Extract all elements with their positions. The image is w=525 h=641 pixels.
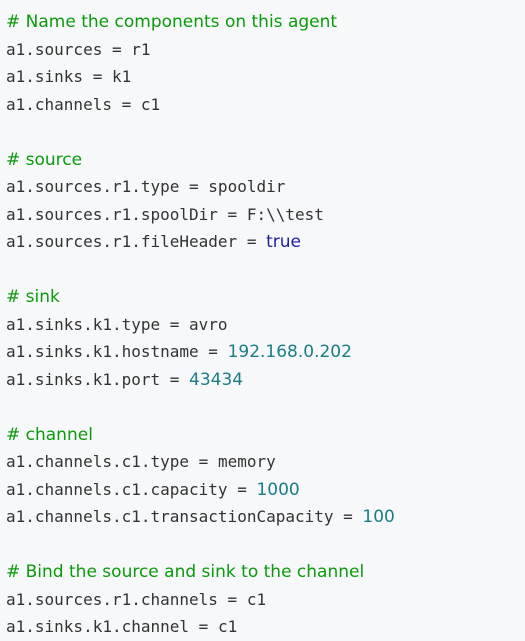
config-key: a1.channels.c1.type — [6, 452, 190, 471]
code-line: a1.sinks = k1 — [6, 63, 525, 91]
assignment-operator: = — [333, 507, 363, 526]
code-comment-line: # Bind the source and sink to the channe… — [6, 558, 525, 586]
config-value: r1 — [131, 39, 151, 59]
assignment-operator: = — [160, 369, 190, 389]
assignment-operator: = — [198, 342, 228, 361]
code-line: a1.sources.r1.spoolDir = F:\\test — [6, 201, 525, 229]
code-line: a1.sinks.k1.type = avro — [6, 311, 525, 339]
assignment-operator: = — [217, 204, 247, 224]
code-line: a1.channels.c1.capacity = 1000 — [6, 476, 525, 504]
code-comment: # source — [6, 149, 83, 170]
code-line: a1.sinks.k1.channel = c1 — [6, 613, 525, 641]
assignment-operator: = — [179, 177, 209, 196]
config-value: 100 — [362, 507, 395, 527]
config-value: 1000 — [256, 479, 300, 500]
config-value: c1 — [246, 589, 267, 609]
code-line: a1.sinks.k1.hostname = 192.168.0.202 — [6, 338, 525, 366]
config-key: a1.sources.r1.channels — [6, 589, 218, 609]
config-key: a1.channels.c1.capacity — [6, 479, 228, 499]
config-value: 43434 — [189, 369, 244, 390]
assignment-operator: = — [189, 617, 218, 636]
code-line: a1.channels.c1.type = memory — [6, 448, 525, 476]
assignment-operator: = — [217, 589, 247, 609]
code-line: a1.sinks.k1.port = 43434 — [6, 366, 525, 394]
config-value: avro — [189, 314, 228, 334]
config-key: a1.sinks.k1.hostname — [6, 342, 199, 361]
config-value: memory — [217, 452, 276, 471]
config-value: c1 — [217, 617, 238, 636]
code-comment-line: # channel — [6, 421, 525, 449]
config-value: 192.168.0.202 — [227, 342, 352, 362]
code-line: a1.sources.r1.channels = c1 — [6, 586, 525, 614]
code-comment-line: # source — [6, 146, 525, 174]
code-line: a1.sources.r1.fileHeader = true — [6, 228, 525, 256]
config-value: c1 — [140, 94, 161, 114]
code-line: a1.sources = r1 — [6, 36, 525, 64]
config-key: a1.sinks.k1.channel — [6, 617, 190, 636]
assignment-operator: = — [189, 452, 218, 471]
assignment-operator: = — [102, 39, 132, 59]
config-value: k1 — [111, 67, 132, 86]
config-key: a1.sources.r1.spoolDir — [6, 204, 218, 224]
code-line: a1.channels = c1 — [6, 91, 525, 119]
config-key: a1.sources.r1.type — [6, 177, 180, 196]
code-comment: # Name the components on this agent — [6, 12, 338, 32]
config-key: a1.channels — [6, 94, 112, 114]
assignment-operator: = — [111, 94, 141, 114]
assignment-operator: = — [237, 232, 267, 251]
config-key: a1.sources.r1.fileHeader — [6, 232, 238, 251]
config-value: spooldir — [208, 177, 286, 196]
assignment-operator: = — [83, 67, 112, 86]
code-block: # Name the components on this agent a1.so… — [0, 0, 525, 641]
assignment-operator: = — [160, 314, 190, 334]
config-key: a1.channels.c1.transactionCapacity — [6, 507, 334, 526]
code-line: a1.channels.c1.transactionCapacity = 100 — [6, 503, 525, 531]
code-comment-line: # Name the components on this agent — [6, 8, 525, 36]
config-value: F:\\test — [246, 204, 324, 224]
code-comment: # sink — [6, 287, 60, 307]
code-line: a1.sources.r1.type = spooldir — [6, 173, 525, 201]
code-comment: # channel — [6, 424, 93, 445]
config-key: a1.sinks.k1.type — [6, 314, 161, 334]
code-comment: # Bind the source and sink to the channe… — [6, 562, 365, 582]
config-key: a1.sinks.k1.port — [6, 369, 161, 389]
code-comment-line: # sink — [6, 283, 525, 311]
config-key: a1.sinks — [6, 67, 84, 86]
assignment-operator: = — [227, 479, 257, 499]
config-key: a1.sources — [6, 39, 103, 59]
config-value: true — [266, 232, 301, 252]
